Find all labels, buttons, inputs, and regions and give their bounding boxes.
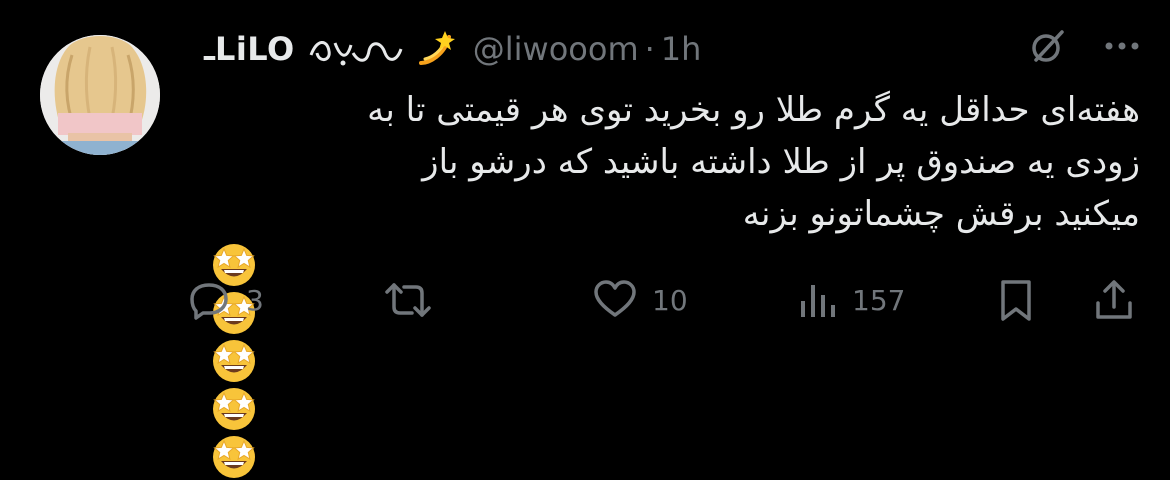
tweet-header: ـLiLO @liwooom · 1h <box>204 22 701 76</box>
share-button[interactable] <box>1092 274 1136 326</box>
tweet-actions: 3 10 157 <box>186 274 1146 326</box>
reply-icon <box>190 283 228 320</box>
like-count: 10 <box>652 283 688 317</box>
more-icon[interactable] <box>1104 40 1140 52</box>
avatar[interactable] <box>40 35 160 155</box>
star-struck-emoji-icon <box>213 340 255 382</box>
header-actions <box>1028 26 1140 66</box>
display-name[interactable]: ـLiLO <box>204 30 295 68</box>
tweet-text-line-content: زودی یه صندوق پر از طلا داشته باشید که د… <box>422 142 1140 182</box>
bookmark-button[interactable] <box>996 274 1036 326</box>
tweet[interactable]: ـLiLO @liwooom · 1h <box>0 0 1170 478</box>
avatar-image <box>40 35 160 155</box>
tweet-text-line: زودی یه صندوق پر از طلا داشته باشید که د… <box>205 136 1140 188</box>
tweet-text-line-content: میکنید برقش چشماتونو بزنه <box>742 194 1140 234</box>
grok-icon[interactable] <box>1028 26 1068 66</box>
swirl-decoration-icon <box>309 41 403 66</box>
timestamp[interactable]: 1h <box>661 30 702 68</box>
heart-icon <box>594 280 636 317</box>
share-icon <box>1096 280 1132 319</box>
view-count: 157 <box>852 283 906 317</box>
like-button[interactable]: 10 <box>592 274 688 326</box>
tweet-text-line: هفته‌ای حداقل یه گرم طلا رو بخرید توی هر… <box>367 90 1140 130</box>
star-struck-emoji-icon <box>213 436 255 478</box>
tweet-text-line-with-emoji: میکنید برقش چشماتونو بزنه <box>205 188 1140 480</box>
views-icon <box>801 285 835 317</box>
retweet-icon <box>385 283 431 317</box>
star-struck-emoji-icon <box>213 388 255 430</box>
user-handle[interactable]: @liwooom <box>473 30 639 68</box>
reply-button[interactable]: 3 <box>186 274 264 326</box>
bookmark-icon <box>1001 280 1031 321</box>
reply-count: 3 <box>246 283 264 317</box>
retweet-button[interactable] <box>384 274 446 326</box>
views-button[interactable]: 157 <box>798 274 905 326</box>
separator-dot: · <box>644 30 655 68</box>
dizzy-emoji-icon <box>418 31 455 65</box>
